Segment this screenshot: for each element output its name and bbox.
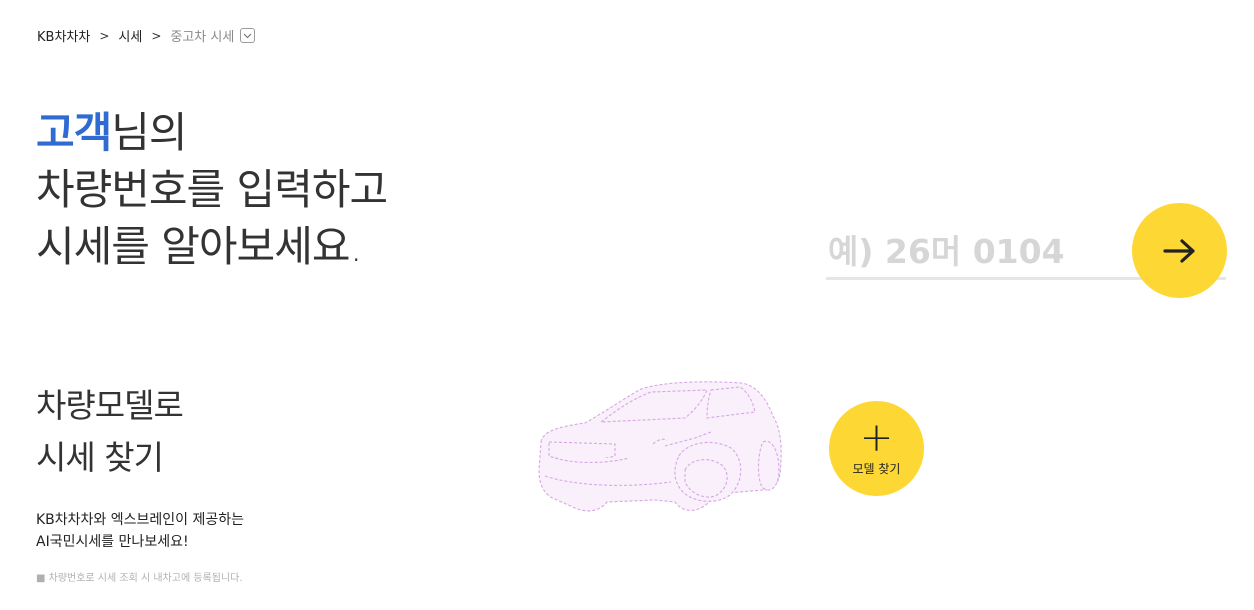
breadcrumb-price-link[interactable]: 시세: [118, 26, 142, 45]
description-line-1: KB차차차와 엑스브레인이 제공하는: [36, 512, 245, 528]
model-search-button-label: 모델 찾기: [852, 462, 901, 476]
chevron-down-icon: [243, 33, 252, 38]
hero-title: 고객님의 차량번호를 입력하고 시세를 알아보세요.: [36, 104, 388, 275]
hero-line-1-rest: 님의: [111, 108, 187, 157]
hero-line-1: 고객님의: [36, 104, 387, 161]
hero-line-2: 차량번호를 입력하고: [36, 165, 388, 214]
breadcrumb-current: 중고차 시세: [170, 30, 235, 45]
model-search-title: 차량모델로 시세 찾기: [36, 380, 184, 484]
breadcrumb-dropdown-button[interactable]: [240, 28, 256, 43]
breadcrumb-separator: >: [99, 28, 110, 43]
hero-accent: 고객: [36, 108, 112, 157]
model-title-line-1: 차량모델로: [36, 386, 184, 425]
description: KB차차차와 엑스브레인이 제공하는 AI국민시세를 만나보세요!: [36, 509, 244, 553]
breadcrumb: KB차차차 > 시세 > 중고차 시세: [37, 26, 256, 45]
model-title-line-2: 시세 찾기: [36, 438, 164, 477]
hero-line-3: 시세를 알아보세요.: [36, 222, 363, 271]
breadcrumb-home-link[interactable]: KB차차차: [37, 26, 90, 45]
car-illustration: [538, 381, 782, 512]
breadcrumb-separator: >: [151, 28, 162, 43]
arrow-right-icon: [1162, 238, 1195, 263]
description-line-2: AI국민시세를 만나보세요!: [36, 534, 189, 550]
model-search-button[interactable]: + 모델 찾기: [829, 401, 924, 496]
plus-icon: +: [859, 415, 894, 461]
search-submit-button[interactable]: [1132, 203, 1227, 298]
registration-note: ■ 차량번호로 시세 조회 시 내차고에 등록됩니다.: [36, 573, 243, 584]
